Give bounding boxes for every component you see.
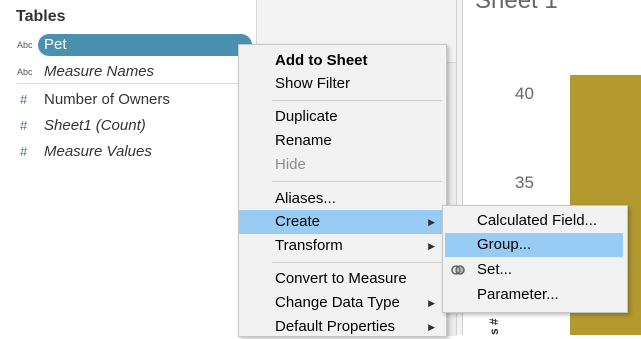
menu-item-label: Calculated Field... — [477, 212, 598, 229]
field-measure-values[interactable]: # Measure Values — [0, 140, 256, 164]
submenu-item-set[interactable]: Set... — [443, 258, 627, 282]
menu-item-default-properties[interactable]: Default Properties ▶ — [239, 315, 446, 339]
pane-divider — [17, 83, 255, 84]
menu-item-label: Duplicate — [275, 108, 338, 125]
submenu-arrow-icon: ▶ — [428, 298, 435, 308]
menu-item-rename[interactable]: Rename — [239, 129, 446, 153]
tables-heading: Tables — [16, 8, 66, 25]
sheet-title: Sheet 1 — [475, 0, 558, 14]
field-label: Measure Values — [44, 143, 152, 160]
submenu-arrow-icon: ▶ — [428, 322, 435, 332]
submenu-item-calculated-field[interactable]: Calculated Field... — [443, 209, 627, 233]
menu-item-aliases[interactable]: Aliases... — [239, 187, 446, 211]
menu-item-label: Create — [275, 213, 321, 230]
menu-item-hide: Hide — [239, 153, 446, 177]
menu-item-duplicate[interactable]: Duplicate — [239, 105, 446, 129]
menu-item-add-to-sheet[interactable]: Add to Sheet — [239, 49, 446, 73]
menu-item-label: Show Filter — [275, 75, 351, 92]
number-type-icon: # — [20, 118, 28, 133]
field-label: Measure Names — [44, 63, 155, 80]
axis-tick: 40 — [515, 84, 534, 103]
set-icon — [451, 265, 465, 275]
menu-item-label: Convert to Measure — [275, 270, 407, 287]
string-type-icon: Abc — [17, 40, 33, 50]
field-pet[interactable]: Abc Pet — [0, 33, 256, 57]
menu-item-label: Parameter... — [477, 286, 559, 303]
menu-item-show-filter[interactable]: Show Filter — [239, 72, 446, 96]
create-submenu: Calculated Field... Group... Set... Para… — [442, 205, 628, 313]
menu-item-change-data-type[interactable]: Change Data Type ▶ — [239, 291, 446, 315]
menu-item-label: Aliases... — [275, 190, 336, 207]
menu-item-label: Group... — [477, 236, 532, 253]
axis-tick: 35 — [515, 173, 534, 192]
menu-item-label: Change Data Type — [275, 294, 400, 311]
submenu-arrow-icon: ▶ — [428, 241, 435, 251]
submenu-item-parameter[interactable]: Parameter... — [443, 283, 627, 307]
menu-item-label: Hide — [275, 156, 306, 173]
submenu-arrow-icon: ▶ — [428, 217, 435, 227]
field-sheet1-count[interactable]: # Sheet1 (Count) — [0, 114, 256, 138]
field-label: Sheet1 (Count) — [44, 117, 146, 134]
field-label: Number of Owners — [44, 91, 170, 108]
field-number-of-owners[interactable]: # Number of Owners — [0, 88, 256, 112]
menu-separator — [272, 262, 442, 263]
menu-item-label: Set... — [477, 261, 513, 278]
selected-pill — [38, 34, 252, 56]
menu-item-label: Transform — [275, 237, 343, 254]
menu-item-label: Default Properties — [275, 318, 396, 335]
field-measure-names[interactable]: Abc Measure Names — [0, 60, 256, 84]
menu-item-transform[interactable]: Transform ▶ — [239, 234, 446, 258]
number-type-icon: # — [20, 92, 28, 107]
menu-separator — [272, 100, 442, 101]
menu-item-create[interactable]: Create ▶ — [239, 210, 446, 234]
menu-item-label: Add to Sheet — [275, 52, 368, 69]
number-type-icon: # — [20, 144, 28, 159]
menu-separator — [272, 181, 442, 182]
data-pane: Tables Abc Pet Abc Measure Names # Numbe… — [0, 0, 256, 335]
string-type-icon: Abc — [17, 67, 33, 77]
menu-item-label: Rename — [275, 132, 332, 149]
submenu-item-group[interactable]: Group... — [445, 233, 623, 257]
field-label: Pet — [44, 36, 67, 53]
y-axis-label-text: s # — [487, 318, 501, 335]
context-menu: Add to Sheet Show Filter Duplicate Renam… — [238, 44, 447, 337]
menu-item-convert-to-measure[interactable]: Convert to Measure — [239, 267, 446, 291]
